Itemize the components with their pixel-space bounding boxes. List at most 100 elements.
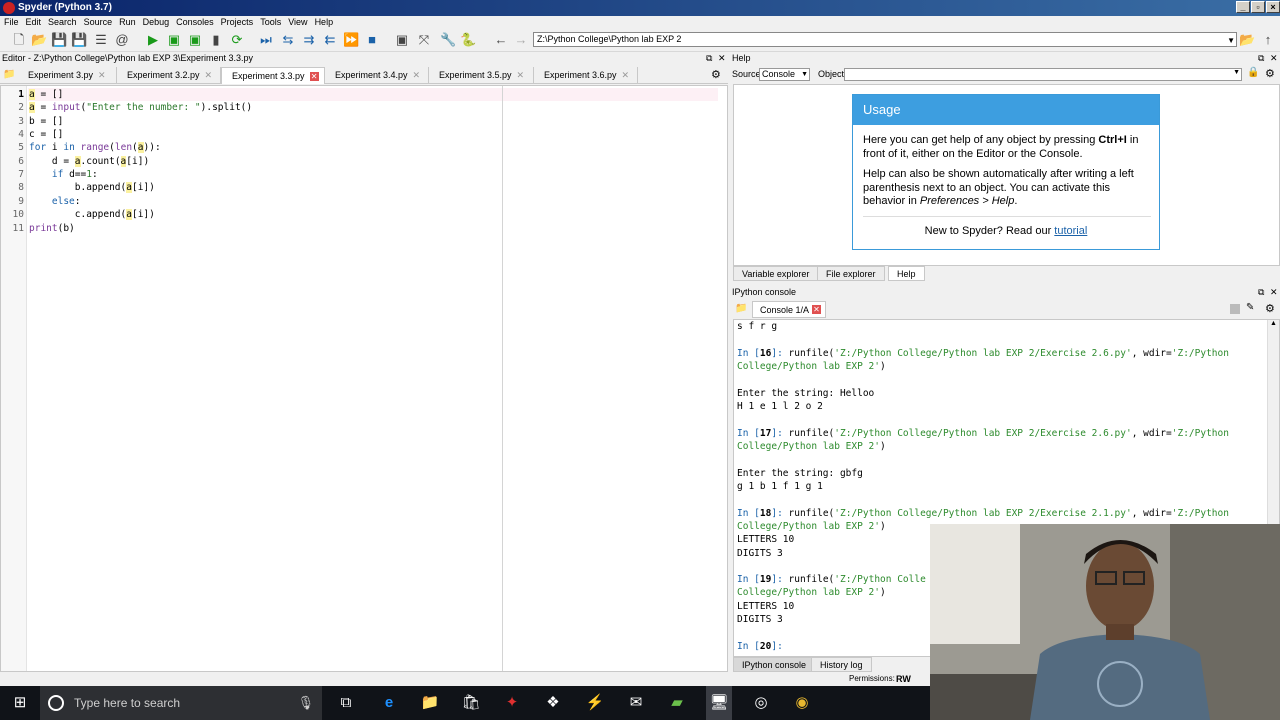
task-view-icon[interactable]: ⧉ [336, 694, 356, 712]
close-icon[interactable]: ✕ [413, 67, 421, 83]
open-file-icon[interactable]: 📂 [31, 32, 47, 48]
close-icon[interactable]: ✕ [98, 67, 106, 83]
tab-experiment-3-5[interactable]: Experiment 3.5.py ✕ [429, 67, 534, 84]
source-select[interactable]: Console ▼ [759, 68, 810, 81]
preferences-icon[interactable]: 🔧 [440, 32, 456, 48]
continue-icon[interactable]: ⏩ [343, 32, 359, 48]
tab-history-log[interactable]: History log [811, 657, 872, 672]
browse-folder-icon[interactable]: 📂 [1239, 32, 1255, 48]
tab-variable-explorer[interactable]: Variable explorer [733, 266, 819, 281]
chrome-icon[interactable]: ◉ [792, 694, 812, 712]
game-icon[interactable]: ✦ [502, 694, 522, 712]
step-return-icon[interactable]: ⇇ [322, 32, 338, 48]
menu-edit[interactable]: Edit [26, 17, 42, 27]
undock-icon[interactable]: ⧉ [1258, 53, 1264, 64]
rerun-icon[interactable]: ⟳ [229, 32, 245, 48]
gear-icon[interactable]: ⚙ [1265, 67, 1275, 80]
code-editor[interactable]: 1 2 3 4 5 6 7 8 9 10 11 a = [] a = input… [0, 85, 728, 672]
stop-debug-icon[interactable]: ■ [364, 32, 380, 48]
menu-view[interactable]: View [288, 17, 307, 27]
console-prompt[interactable]: In [20]: [737, 641, 783, 652]
debug-icon[interactable]: ⏭ [258, 32, 274, 48]
windows-start-icon[interactable]: ⊞ [10, 694, 30, 712]
maximize-pane-icon[interactable]: ▣ [394, 32, 410, 48]
tab-experiment-3-2[interactable]: Experiment 3.2.py ✕ [117, 67, 221, 84]
run-selection-icon[interactable]: ▮ [208, 32, 224, 48]
close-button[interactable]: × [1266, 1, 1280, 13]
minimize-button[interactable]: _ [1236, 1, 1250, 13]
menu-source[interactable]: Source [84, 17, 113, 27]
tab-experiment-3-4[interactable]: Experiment 3.4.py ✕ [325, 67, 429, 84]
close-icon[interactable]: ✕ [205, 67, 213, 83]
tab-help[interactable]: Help [888, 266, 925, 281]
console-line: LETTERS 10 [737, 534, 795, 545]
tab-experiment-3-3[interactable]: Experiment 3.3.py ✕ [221, 67, 325, 84]
menu-debug[interactable]: Debug [143, 17, 170, 27]
outline-icon[interactable]: ☰ [93, 32, 109, 48]
stop-kernel-icon[interactable] [1230, 304, 1240, 314]
taskbar-search-box[interactable]: Type here to search 🎙 [40, 686, 322, 720]
lock-icon[interactable]: 🔒 [1247, 67, 1259, 78]
menu-file[interactable]: File [4, 17, 19, 27]
at-icon[interactable]: @ [114, 32, 130, 48]
close-icon[interactable]: ✕ [622, 67, 630, 83]
permissions-label: Permissions: [849, 674, 895, 683]
photos-icon[interactable]: ▰ [667, 694, 687, 712]
step-into-icon[interactable]: ⇉ [301, 32, 317, 48]
spyder-taskbar-icon[interactable]: 🖥 [706, 686, 732, 720]
tab-file-explorer[interactable]: File explorer [817, 266, 885, 281]
store-icon[interactable]: 🛍 [461, 694, 481, 712]
close-pane-icon[interactable]: ✕ [1270, 287, 1278, 298]
close-pane-icon[interactable]: ✕ [718, 53, 726, 64]
browse-tabs-icon[interactable]: 📁 [3, 69, 15, 80]
console-tab-bar: 📁 Console 1/A ✕ ✎ ⚙ [732, 301, 1280, 319]
tab-console-1a[interactable]: Console 1/A ✕ [752, 301, 826, 318]
object-input[interactable]: ▼ [844, 68, 1242, 81]
tutorial-link[interactable]: tutorial [1054, 225, 1087, 237]
menu-help[interactable]: Help [315, 17, 334, 27]
tab-experiment-3[interactable]: Experiment 3.py ✕ [18, 67, 117, 84]
chevron-down-icon[interactable]: ▼ [1227, 34, 1235, 47]
save-all-icon[interactable]: 💾 [71, 32, 87, 48]
save-icon[interactable]: 💾 [51, 32, 67, 48]
undock-icon[interactable]: ⧉ [706, 53, 712, 64]
fullscreen-icon[interactable]: ⤧ [416, 32, 432, 48]
close-icon[interactable]: ✕ [517, 67, 525, 83]
tab-experiment-3-6[interactable]: Experiment 3.6.py ✕ [534, 67, 638, 84]
run-cell-advance-icon[interactable]: ▣ [187, 32, 203, 48]
menu-tools[interactable]: Tools [260, 17, 281, 27]
close-pane-icon[interactable]: ✕ [1270, 53, 1278, 64]
browse-tabs-icon[interactable]: 📁 [735, 303, 747, 314]
dropbox-icon[interactable]: ❖ [543, 694, 563, 712]
menu-consoles[interactable]: Consoles [176, 17, 214, 27]
undock-icon[interactable]: ⧉ [1258, 287, 1264, 298]
clear-console-icon[interactable]: ✎ [1246, 302, 1254, 313]
back-arrow-icon[interactable]: ← [493, 32, 509, 48]
run-cell-icon[interactable]: ▣ [166, 32, 182, 48]
microphone-icon[interactable]: 🎙 [297, 686, 314, 720]
new-file-icon[interactable]: 🗋 [11, 32, 27, 48]
working-directory-input[interactable]: Z:\Python College\Python lab EXP 2 ▼ [533, 32, 1237, 47]
close-icon[interactable]: ✕ [812, 305, 821, 314]
mail-icon[interactable]: ✉ [626, 694, 646, 712]
menu-search[interactable]: Search [48, 17, 77, 27]
run-icon[interactable]: ▶ [145, 32, 161, 48]
menu-projects[interactable]: Projects [221, 17, 254, 27]
app-icon[interactable]: ⚡ [585, 694, 605, 712]
gear-icon[interactable]: ⚙ [711, 68, 721, 81]
help-toolbar: Source Console ▼ Object ▼ 🔒 ⚙ [732, 66, 1280, 84]
menu-run[interactable]: Run [119, 17, 136, 27]
file-explorer-icon[interactable]: 📁 [420, 694, 440, 712]
tab-ipython-console[interactable]: IPython console [733, 657, 816, 672]
gear-icon[interactable]: ⚙ [1265, 302, 1275, 315]
chevron-up-icon[interactable]: ▲ [1270, 320, 1277, 327]
edge-icon[interactable]: e [379, 694, 399, 712]
maximize-button[interactable]: ▫ [1251, 1, 1265, 13]
step-icon[interactable]: ⇆ [280, 32, 296, 48]
python-path-icon[interactable]: 🐍 [460, 32, 476, 48]
settings-icon[interactable]: ◎ [751, 694, 771, 712]
close-icon[interactable]: ✕ [309, 72, 319, 81]
forward-arrow-icon[interactable]: → [513, 32, 529, 48]
usage-title: Usage [853, 95, 1159, 125]
parent-dir-icon[interactable]: ↑ [1260, 32, 1276, 48]
